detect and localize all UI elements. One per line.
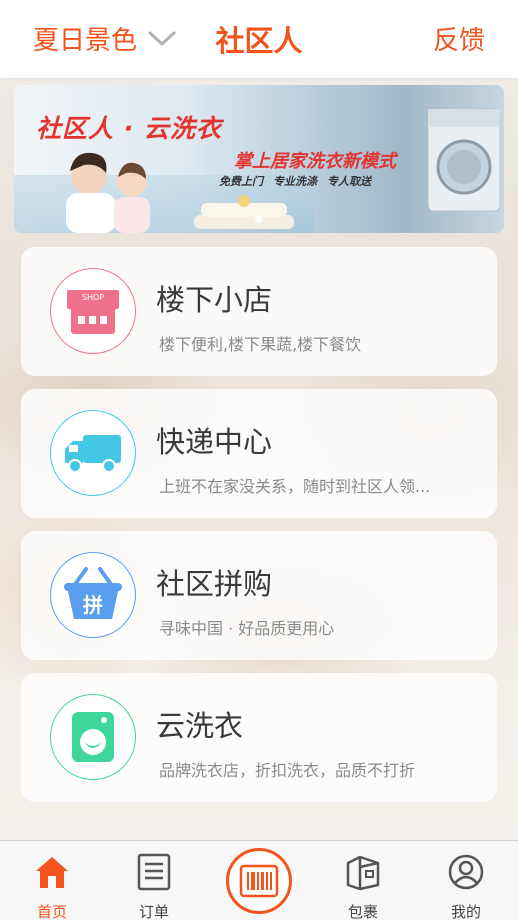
chevron-down-icon xyxy=(148,31,176,45)
tab-label: 包裹 xyxy=(347,903,378,920)
banner-tag: 专业洗涤 xyxy=(273,175,317,188)
svg-text:拼: 拼 xyxy=(83,593,103,617)
tab-label: 首页 xyxy=(36,903,67,920)
service-desc: 品牌洗衣店，折扣洗衣，品质不打折 xyxy=(159,761,416,780)
user-profile-icon xyxy=(448,854,484,890)
home-icon xyxy=(36,857,68,888)
tab-label: 我的 xyxy=(450,903,481,920)
parcel-icon xyxy=(346,855,380,891)
tab-mine[interactable]: 我的 xyxy=(421,841,511,920)
tab-label: 订单 xyxy=(138,903,169,920)
city-selector[interactable]: 夏日景色 xyxy=(33,20,177,57)
service-title: 楼下小店 xyxy=(156,283,273,317)
basket-icon: 拼 xyxy=(50,552,136,638)
service-title: 快递中心 xyxy=(156,425,273,459)
washer-icon xyxy=(50,694,136,780)
washing-machine-illustration xyxy=(427,108,501,212)
feedback-button[interactable]: 反馈 xyxy=(433,20,485,57)
banner-pagination xyxy=(14,215,504,223)
service-desc: 楼下便利,楼下果蔬,楼下餐饮 xyxy=(159,335,362,354)
banner-slogan: 掌上居家洗衣新模式 xyxy=(234,151,396,172)
pagination-dot xyxy=(255,215,263,223)
service-card-group-buy[interactable]: 拼 社区拼购 寻味中国 · 好品质更用心 xyxy=(21,531,497,660)
promo-banner[interactable]: 社区人 · 云洗衣 掌上居家洗衣新模式 免费上门 专业洗涤 专人取送 xyxy=(14,85,504,233)
tab-parcels[interactable]: 包裹 xyxy=(318,841,408,920)
banner-tag: 专人取送 xyxy=(327,175,371,188)
service-card-shop[interactable]: SHOP 楼下小店 楼下便利,楼下果蔬,楼下餐饮 xyxy=(21,247,497,376)
service-desc: 寻味中国 · 好品质更用心 xyxy=(159,619,335,638)
service-desc: 上班不在家没关系，随时到社区人领... xyxy=(159,477,431,496)
top-header: 夏日景色 社区人 反馈 xyxy=(0,0,518,78)
towels-illustration xyxy=(194,195,294,229)
tab-home[interactable]: 首页 xyxy=(7,841,97,920)
order-list-icon xyxy=(137,853,171,891)
tab-orders[interactable]: 订单 xyxy=(109,841,199,920)
banner-tags: 免费上门 专业洗涤 专人取送 xyxy=(219,173,371,189)
service-card-express[interactable]: 快递中心 上班不在家没关系，随时到社区人领... xyxy=(21,389,497,518)
barcode-scan-icon xyxy=(239,864,279,898)
banner-brand: 社区人 · 云洗衣 xyxy=(36,114,222,143)
city-label: 夏日景色 xyxy=(33,26,138,56)
banner-tag: 免费上门 xyxy=(219,175,263,188)
truck-icon xyxy=(50,410,136,496)
shop-icon: SHOP xyxy=(50,268,136,354)
service-card-laundry[interactable]: 云洗衣 品牌洗衣店，折扣洗衣，品质不打折 xyxy=(21,673,497,802)
svg-text:SHOP: SHOP xyxy=(82,293,104,302)
page-title: 社区人 xyxy=(215,24,303,58)
scan-button[interactable] xyxy=(226,848,292,914)
service-title: 云洗衣 xyxy=(156,709,244,743)
service-title: 社区拼购 xyxy=(156,567,273,601)
